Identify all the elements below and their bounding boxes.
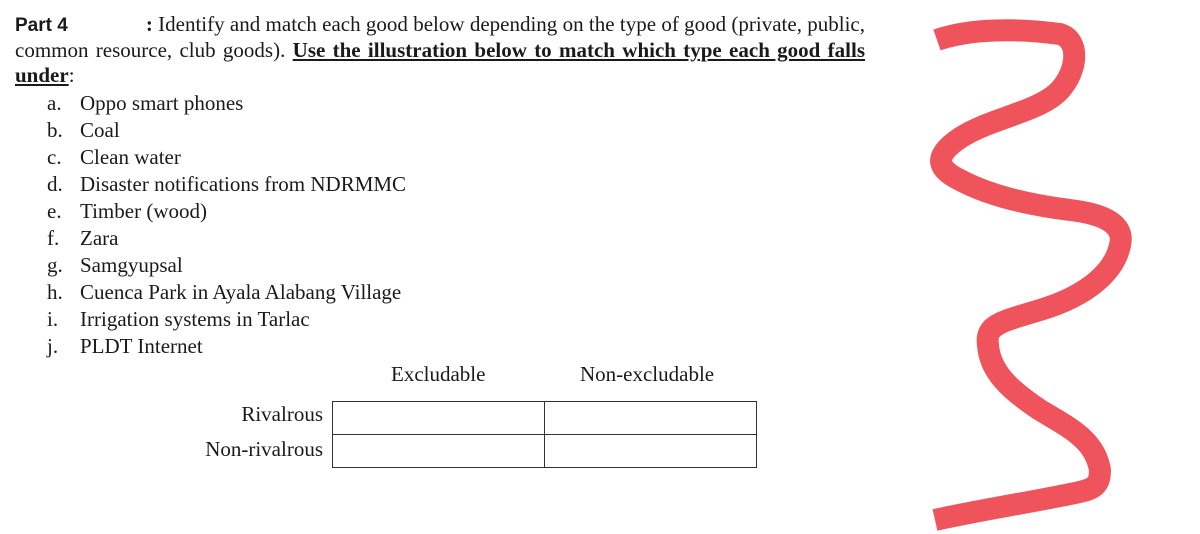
list-item: f. Zara (47, 225, 406, 252)
list-marker: b. (47, 118, 63, 142)
list-item: d. Disaster notifications from NDRMMC (47, 171, 406, 198)
cell-non-rivalrous-non-excludable[interactable] (544, 434, 757, 468)
column-header-excludable: Excludable (391, 362, 486, 386)
list-marker: f. (47, 226, 60, 250)
instructions-paragraph: Part 4: Identify and match each good bel… (15, 12, 865, 88)
list-item: e. Timber (wood) (47, 198, 406, 225)
list-item-label: PLDT Internet (80, 334, 203, 358)
list-item-label: Samgyupsal (80, 253, 183, 277)
colon: : (145, 12, 153, 36)
list-item: i. Irrigation systems in Tarlac (47, 306, 406, 333)
list-item-label: Disaster notifications from NDRMMC (80, 172, 407, 196)
list-marker: c. (47, 145, 62, 169)
list-item-label: Zara (80, 226, 119, 250)
list-item: a. Oppo smart phones (47, 90, 406, 117)
list-item-label: Oppo smart phones (80, 91, 244, 115)
column-header-non-excludable: Non-excludable (580, 362, 715, 386)
goods-list: a. Oppo smart phones b. Coal c. Clean water… (47, 90, 406, 360)
goods-matrix (332, 401, 757, 468)
cell-rivalrous-non-excludable[interactable] (544, 401, 757, 435)
list-marker: e. (47, 199, 62, 223)
part-label: Part 4 (15, 15, 68, 36)
list-item-label: Coal (80, 118, 120, 142)
list-item: g. Samgyupsal (47, 252, 406, 279)
list-item: j. PLDT Internet (47, 333, 406, 360)
list-item-label: Cuenca Park in Ayala Alabang Village (80, 280, 402, 304)
list-marker: d. (47, 172, 63, 196)
list-marker: a. (47, 91, 62, 115)
list-marker: i. (47, 307, 59, 331)
matrix-row-rivalrous (332, 401, 757, 435)
cell-non-rivalrous-excludable[interactable] (332, 434, 545, 468)
red-scribble-annotation (930, 19, 1132, 531)
row-header-non-rivalrous: Non-rivalrous (205, 437, 323, 461)
matrix-row-non-rivalrous (332, 434, 757, 468)
list-item-label: Irrigation systems in Tarlac (80, 307, 310, 331)
list-marker: j. (47, 334, 59, 358)
list-item-label: Clean water (80, 145, 181, 169)
list-marker: g. (47, 253, 63, 277)
cell-rivalrous-excludable[interactable] (332, 401, 545, 435)
row-header-rivalrous: Rivalrous (241, 402, 323, 426)
list-marker: h. (47, 280, 63, 304)
list-item: b. Coal (47, 117, 406, 144)
list-item-label: Timber (wood) (80, 199, 207, 223)
list-item: c. Clean water (47, 144, 406, 171)
list-item: h. Cuenca Park in Ayala Alabang Village (47, 279, 406, 306)
scribble-stroke (930, 19, 1132, 531)
instructions-trailing: : (68, 63, 75, 87)
